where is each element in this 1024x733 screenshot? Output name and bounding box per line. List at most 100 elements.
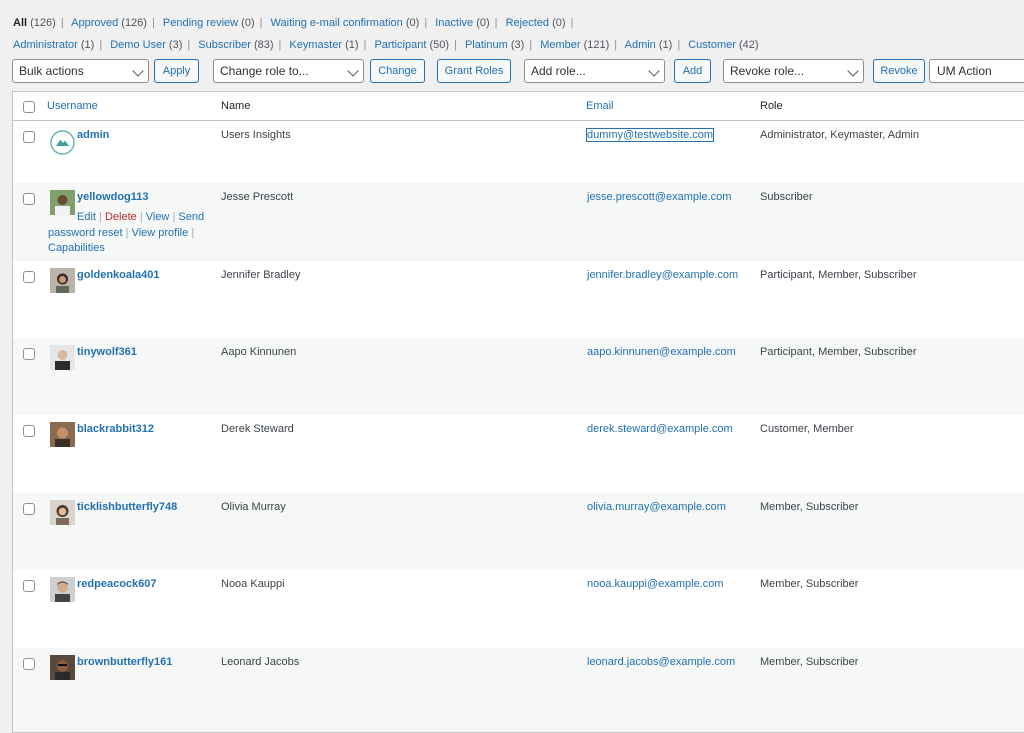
user-role: Administrator, Keymaster, Admin xyxy=(760,129,919,141)
column-email-sort[interactable]: Email xyxy=(586,100,614,112)
grant-roles-button[interactable]: Grant Roles xyxy=(437,59,511,83)
email-link[interactable]: jennifer.bradley@example.com xyxy=(587,269,738,281)
edit-link[interactable]: Edit xyxy=(77,211,96,223)
table-row: blackrabbit312 Derek Steward derek.stewa… xyxy=(13,415,1024,493)
row-checkbox[interactable] xyxy=(23,271,35,283)
chevron-down-icon xyxy=(644,60,664,82)
email-link[interactable]: dummy@testwebsite.com xyxy=(585,128,715,142)
table-row: admin Users Insights dummy@testwebsite.c… xyxy=(13,121,1024,183)
row-checkbox[interactable] xyxy=(23,580,35,592)
send-reset-link-1[interactable]: Send xyxy=(178,211,204,223)
email-link[interactable]: jesse.prescott@example.com xyxy=(587,191,731,203)
email-link[interactable]: olivia.murray@example.com xyxy=(587,501,726,513)
filter-role-demo-user[interactable]: Demo User (3) xyxy=(110,39,182,51)
add-role-value: Add role... xyxy=(531,64,586,78)
table-header: Username Name Email Role xyxy=(13,92,1024,121)
table-row: redpeacock607 Nooa Kauppi nooa.kauppi@ex… xyxy=(13,570,1024,648)
select-all-checkbox[interactable] xyxy=(23,101,35,113)
status-filter-links: All (126) | Approved (126) | Pending revie… xyxy=(13,17,574,29)
username-link[interactable]: yellowdog113 xyxy=(77,191,149,203)
table-row: goldenkoala401 Jennifer Bradley jennifer… xyxy=(13,261,1024,338)
send-reset-link-2[interactable]: password reset xyxy=(48,227,123,239)
row-checkbox[interactable] xyxy=(23,658,35,670)
add-role-select[interactable]: Add role... xyxy=(524,59,665,83)
avatar xyxy=(50,422,75,447)
user-role: Member, Subscriber xyxy=(760,656,859,668)
revoke-role-value: Revoke role... xyxy=(730,64,805,78)
view-link[interactable]: View xyxy=(146,211,170,223)
change-role-select[interactable]: Change role to... xyxy=(213,59,364,83)
filter-all[interactable]: All (126) xyxy=(13,17,56,29)
avatar xyxy=(50,345,75,370)
delete-link[interactable]: Delete xyxy=(105,211,137,223)
filter-inactive[interactable]: Inactive (0) xyxy=(435,17,489,29)
username-link[interactable]: brownbutterfly161 xyxy=(77,656,172,668)
user-role: Member, Subscriber xyxy=(760,501,859,513)
column-username-sort[interactable]: Username xyxy=(47,100,98,112)
username-link[interactable]: redpeacock607 xyxy=(77,578,157,590)
table-row: tinywolf361 Aapo Kinnunen aapo.kinnunen@… xyxy=(13,338,1024,415)
filter-approved[interactable]: Approved (126) xyxy=(71,17,147,29)
chevron-down-icon xyxy=(128,60,148,82)
apply-button[interactable]: Apply xyxy=(154,59,199,83)
avatar xyxy=(50,500,75,525)
email-link[interactable]: nooa.kauppi@example.com xyxy=(587,578,724,590)
username-link[interactable]: admin xyxy=(77,129,109,141)
change-button[interactable]: Change xyxy=(370,59,425,83)
filter-role-administrator[interactable]: Administrator (1) xyxy=(13,39,94,51)
filter-role-customer[interactable]: Customer (42) xyxy=(688,39,758,51)
username-link[interactable]: ticklishbutterfly748 xyxy=(77,501,177,513)
user-role: Participant, Member, Subscriber xyxy=(760,346,917,358)
user-role: Participant, Member, Subscriber xyxy=(760,269,917,281)
row-checkbox[interactable] xyxy=(23,348,35,360)
user-name: Olivia Murray xyxy=(221,501,286,513)
row-checkbox[interactable] xyxy=(23,425,35,437)
user-name: Nooa Kauppi xyxy=(221,578,285,590)
change-role-value: Change role to... xyxy=(220,64,309,78)
revoke-button[interactable]: Revoke xyxy=(873,59,925,83)
username-link[interactable]: goldenkoala401 xyxy=(77,269,160,281)
table-row: ticklishbutterfly748 Olivia Murray olivi… xyxy=(13,493,1024,570)
user-name: Jesse Prescott xyxy=(221,191,294,203)
filter-role-subscriber[interactable]: Subscriber (83) xyxy=(198,39,273,51)
users-table: Username Name Email Role admin Users Ins… xyxy=(12,91,1024,733)
avatar xyxy=(50,268,75,293)
row-actions: Edit | Delete | View | Send password res… xyxy=(48,211,205,254)
filter-waiting-email[interactable]: Waiting e-mail confirmation (0) xyxy=(271,17,420,29)
filter-pending-review[interactable]: Pending review (0) xyxy=(163,17,255,29)
revoke-role-select[interactable]: Revoke role... xyxy=(723,59,864,83)
capabilities-link[interactable]: Capabilities xyxy=(48,242,105,254)
chevron-down-icon xyxy=(343,60,363,82)
bulk-actions-value: Bulk actions xyxy=(19,64,84,78)
email-link[interactable]: leonard.jacobs@example.com xyxy=(587,656,735,668)
user-name: Leonard Jacobs xyxy=(221,656,300,668)
user-name: Derek Steward xyxy=(221,423,294,435)
filter-role-keymaster[interactable]: Keymaster (1) xyxy=(289,39,358,51)
user-role: Customer, Member xyxy=(760,423,854,435)
email-link[interactable]: aapo.kinnunen@example.com xyxy=(587,346,736,358)
filter-rejected[interactable]: Rejected (0) xyxy=(506,17,566,29)
chevron-down-icon xyxy=(843,60,863,82)
row-checkbox[interactable] xyxy=(23,193,35,205)
add-button[interactable]: Add xyxy=(674,59,711,83)
user-name: Users Insights xyxy=(221,129,291,141)
logo-icon xyxy=(50,130,75,155)
table-row: brownbutterfly161 Leonard Jacobs leonard… xyxy=(13,648,1024,732)
user-role: Subscriber xyxy=(760,191,813,203)
avatar xyxy=(50,577,75,602)
user-name: Jennifer Bradley xyxy=(221,269,301,281)
row-checkbox[interactable] xyxy=(23,131,35,143)
email-link[interactable]: derek.steward@example.com xyxy=(587,423,733,435)
row-checkbox[interactable] xyxy=(23,503,35,515)
username-link[interactable]: tinywolf361 xyxy=(77,346,137,358)
user-name: Aapo Kinnunen xyxy=(221,346,297,358)
um-action-select[interactable]: UM Action xyxy=(929,59,1024,83)
filter-role-member[interactable]: Member (121) xyxy=(540,39,609,51)
bulk-actions-select[interactable]: Bulk actions xyxy=(12,59,149,83)
view-profile-link[interactable]: View profile xyxy=(132,227,189,239)
username-link[interactable]: blackrabbit312 xyxy=(77,423,154,435)
table-row: yellowdog113 Edit | Delete | View | Send… xyxy=(13,183,1024,261)
filter-role-admin[interactable]: Admin (1) xyxy=(625,39,673,51)
filter-role-participant[interactable]: Participant (50) xyxy=(374,39,449,51)
filter-role-platinum[interactable]: Platinum (3) xyxy=(465,39,524,51)
